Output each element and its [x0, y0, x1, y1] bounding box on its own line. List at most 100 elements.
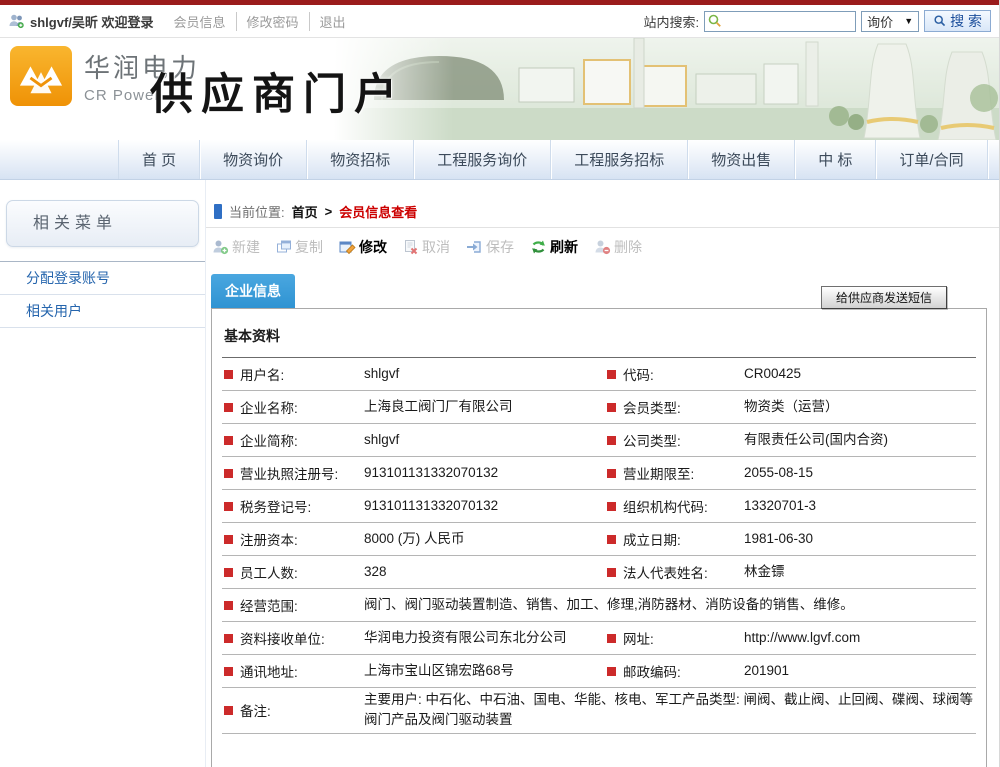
red-bullet-icon — [607, 469, 616, 478]
search-button[interactable]: 搜 索 — [924, 10, 991, 32]
save-button[interactable]: 保存 — [466, 237, 514, 257]
nav-service-inquiry[interactable]: 工程服务询价 — [414, 140, 551, 179]
search-category-value: 询价 — [867, 12, 893, 31]
new-button-label: 新建 — [232, 237, 260, 257]
search-category-select[interactable]: 询价 ▼ — [861, 11, 919, 32]
red-bullet-icon — [607, 403, 616, 412]
field-value: shlgvf — [364, 430, 607, 450]
logged-in-user: shlgvf/吴昕 欢迎登录 — [8, 12, 154, 31]
nav-material-sale[interactable]: 物资出售 — [688, 140, 795, 179]
red-bullet-icon — [607, 370, 616, 379]
breadcrumb-label: 当前位置: — [229, 202, 285, 221]
search-input[interactable] — [704, 11, 856, 32]
cancel-button[interactable]: 取消 — [403, 237, 450, 257]
search-box — [704, 11, 856, 32]
refresh-button[interactable]: 刷新 — [530, 237, 578, 257]
field-label: 资料接收单位: — [224, 628, 364, 648]
copy-button[interactable]: 复制 — [276, 237, 323, 257]
field-label: 代码: — [607, 364, 744, 384]
sidebar-menu: 分配登录账号 相关用户 — [0, 261, 205, 328]
user-group-icon — [8, 13, 26, 29]
field-value: shlgvf — [364, 364, 607, 384]
new-button[interactable]: 新建 — [212, 237, 260, 257]
red-bullet-icon — [607, 436, 616, 445]
field-label: 企业名称: — [224, 397, 364, 417]
field-value: 上海市宝山区锦宏路68号 — [364, 661, 607, 681]
field-label-text: 备注: — [240, 700, 271, 720]
field-label: 营业执照注册号: — [224, 463, 364, 483]
sidebar-title: 相关菜单 — [6, 200, 199, 247]
field-label: 注册资本: — [224, 529, 364, 549]
field-value: 主要用户: 中石化、中石油、国电、华能、核电、军工产品类型: 闸阀、截止阀、止回… — [364, 690, 974, 731]
field-label-text: 企业简称: — [240, 430, 298, 450]
red-bullet-icon — [607, 535, 616, 544]
delete-button[interactable]: 删除 — [594, 237, 642, 257]
info-row: 资料接收单位:华润电力投资有限公司东北分公司网址:http://www.lgvf… — [222, 622, 976, 655]
field-label-text: 企业名称: — [240, 397, 298, 417]
chevron-down-icon: ▼ — [904, 16, 913, 26]
field-label-text: 会员类型: — [623, 397, 681, 417]
red-bullet-icon — [224, 535, 233, 544]
main-nav: 首 页 物资询价 物资招标 工程服务询价 工程服务招标 物资出售 中 标 订单/… — [0, 140, 999, 180]
breadcrumb-current: 会员信息查看 — [339, 202, 417, 221]
field-label-text: 注册资本: — [240, 529, 298, 549]
info-row: 企业名称: 上海良工阀门厂有限公司会员类型: 物资类（运营） — [222, 391, 976, 424]
refresh-icon — [530, 239, 547, 255]
refresh-button-label: 刷新 — [550, 237, 578, 257]
tab-company-info[interactable]: 企业信息 — [211, 274, 295, 308]
portal-title: 供应商门户 — [150, 60, 405, 122]
field-value: 8000 (万) 人民币 — [364, 529, 607, 549]
nav-awarded[interactable]: 中 标 — [795, 140, 876, 179]
nav-material-inquiry[interactable]: 物资询价 — [200, 140, 307, 179]
field-label: 企业简称: — [224, 430, 364, 450]
red-bullet-icon — [224, 634, 233, 643]
field-label: 用户名: — [224, 364, 364, 384]
field-label: 备注: — [224, 700, 364, 720]
change-password-link[interactable]: 修改密码 — [236, 12, 309, 31]
supplier-portal-page: shlgvf/吴昕 欢迎登录 会员信息 修改密码 退出 站内搜索: 询价 ▼ — [0, 0, 1000, 767]
info-row: 用户名:shlgvf代码:CR00425 — [222, 358, 976, 391]
field-value: 2055-08-15 — [744, 463, 974, 483]
nav-material-bidding[interactable]: 物资招标 — [307, 140, 414, 179]
red-bullet-icon — [224, 667, 233, 676]
field-label: 公司类型: — [607, 430, 744, 450]
field-value: CR00425 — [744, 364, 974, 384]
edit-button[interactable]: 修改 — [339, 237, 387, 257]
red-bullet-icon — [224, 403, 233, 412]
info-row: 税务登记号:913101131332070132组织机构代码:13320701-… — [222, 490, 976, 523]
delete-button-label: 删除 — [614, 237, 642, 257]
field-value: 物资类（运营） — [744, 397, 974, 417]
header-banner: 华润电力 CR Power 供应商门户 — [0, 38, 999, 140]
cancel-icon — [403, 239, 419, 255]
field-label-text: 组织机构代码: — [623, 496, 708, 516]
edit-button-label: 修改 — [359, 237, 387, 257]
user-welcome-text: shlgvf/吴昕 欢迎登录 — [30, 12, 154, 31]
red-bullet-icon — [224, 706, 233, 715]
logout-link[interactable]: 退出 — [309, 12, 356, 31]
sidebar-item-related-users[interactable]: 相关用户 — [0, 295, 205, 328]
field-label-text: 邮政编码: — [623, 661, 681, 681]
nav-orders-contracts[interactable]: 订单/合同 — [876, 140, 987, 179]
field-label-text: 法人代表姓名: — [623, 562, 708, 582]
edit-icon — [339, 239, 356, 255]
copy-icon — [276, 239, 292, 255]
red-bullet-icon — [607, 568, 616, 577]
sidebar-item-assign-accounts[interactable]: 分配登录账号 — [0, 262, 205, 295]
field-value: 913101131332070132 — [364, 463, 607, 483]
field-label-text: 成立日期: — [623, 529, 681, 549]
field-value: 13320701-3 — [744, 496, 974, 516]
breadcrumb-marker-icon — [214, 204, 222, 219]
nav-home[interactable]: 首 页 — [118, 140, 200, 179]
field-value: 阀门、阀门驱动装置制造、销售、加工、修理,消防器材、消防设备的销售、维修。 — [364, 595, 974, 615]
field-label-text: 通讯地址: — [240, 661, 298, 681]
member-info-link[interactable]: 会员信息 — [164, 12, 236, 31]
red-bullet-icon — [224, 601, 233, 610]
send-sms-button[interactable]: 给供应商发送短信 — [821, 286, 947, 309]
breadcrumb-home-link[interactable]: 首页 — [292, 202, 318, 221]
red-bullet-icon — [224, 370, 233, 379]
field-value: 上海良工阀门厂有限公司 — [364, 397, 607, 417]
field-label: 组织机构代码: — [607, 496, 744, 516]
main-panel: 当前位置: 首页>会员信息查看 新建 — [205, 180, 999, 767]
utility-links: 会员信息 修改密码 退出 — [164, 12, 356, 31]
nav-service-bidding[interactable]: 工程服务招标 — [551, 140, 688, 179]
